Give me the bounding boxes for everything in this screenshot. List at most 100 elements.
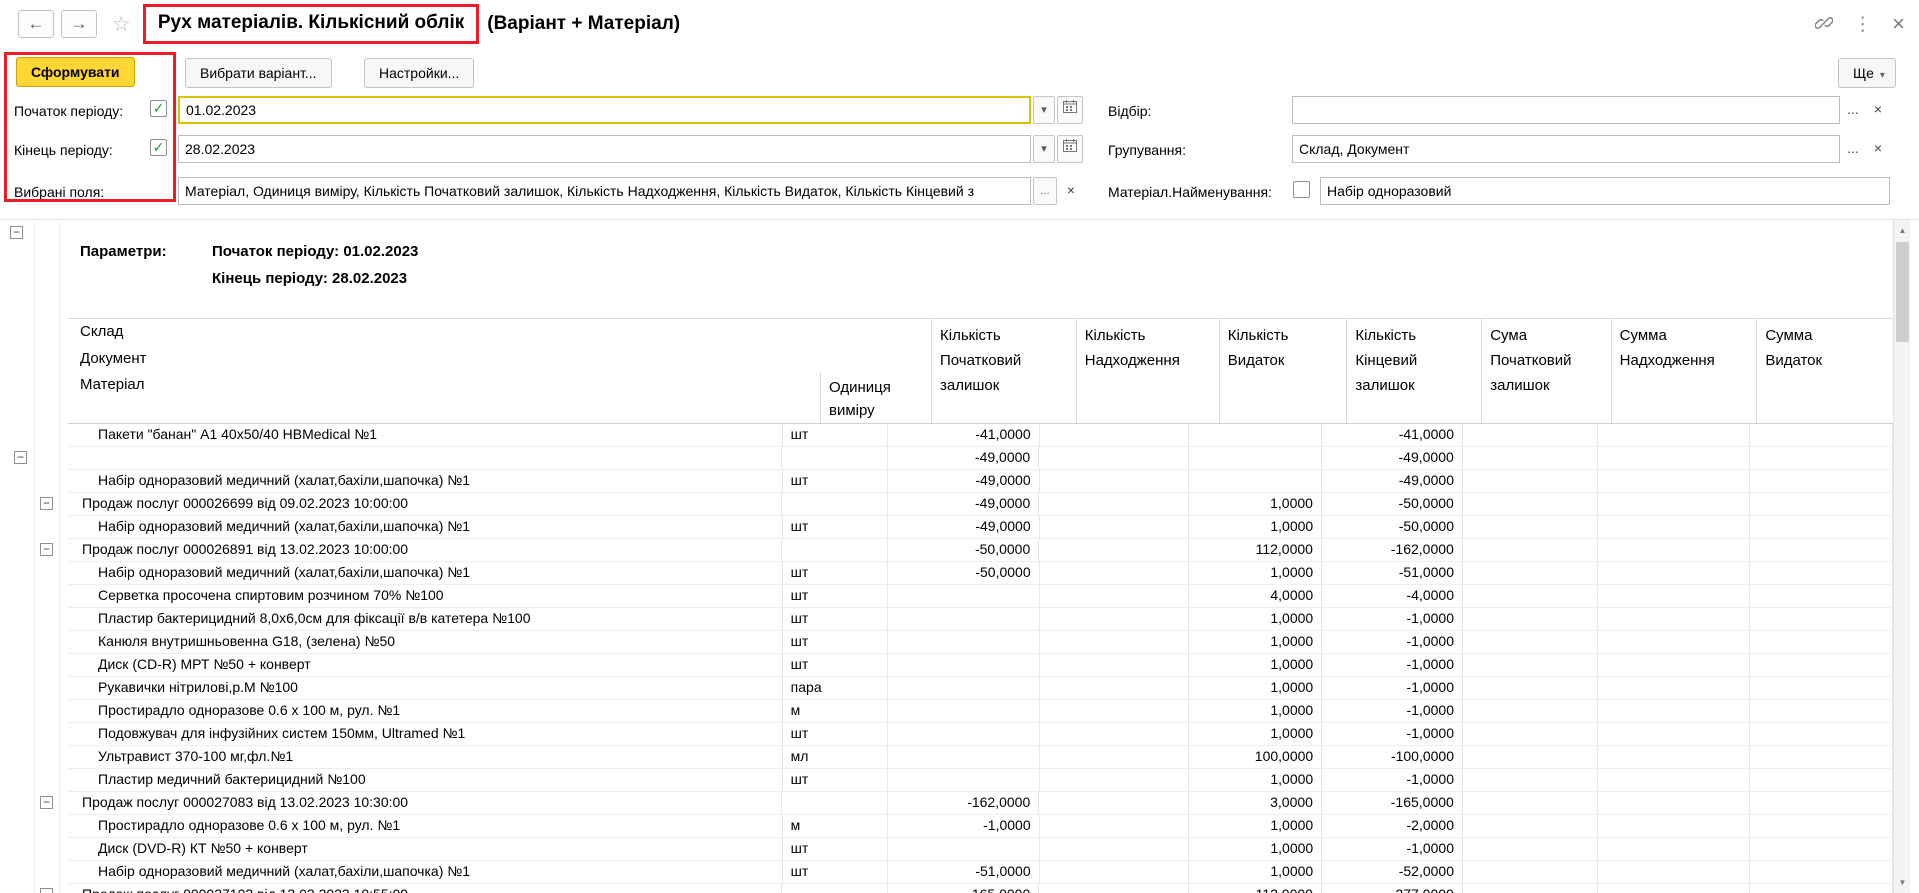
cell-qi[interactable]: [1040, 746, 1189, 768]
cell-qi[interactable]: [1040, 631, 1189, 653]
cell-qb[interactable]: [888, 585, 1039, 607]
cell-unit[interactable]: шт: [783, 861, 889, 883]
cell-qi[interactable]: [1039, 539, 1188, 561]
cell-qb[interactable]: [888, 677, 1039, 699]
cell-name[interactable]: Пластир бактерицидний 8,0х6,0см для фікс…: [68, 608, 783, 630]
cell-so[interactable]: [1750, 562, 1893, 584]
cell-qe[interactable]: -162,0000: [1322, 539, 1463, 561]
cell-qb[interactable]: -1,0000: [888, 815, 1039, 837]
cell-unit[interactable]: шт: [783, 838, 889, 860]
cell-qo[interactable]: [1189, 447, 1322, 469]
table-row[interactable]: Пластир медичний бактерицидний №100шт1,0…: [68, 769, 1893, 792]
cell-si[interactable]: [1598, 723, 1750, 745]
period-end-input[interactable]: [178, 135, 1031, 163]
cell-si[interactable]: [1598, 562, 1750, 584]
cell-si[interactable]: [1598, 585, 1750, 607]
more-button[interactable]: Ще▾: [1838, 58, 1896, 88]
cell-qe[interactable]: -1,0000: [1322, 723, 1463, 745]
cell-qi[interactable]: [1040, 861, 1189, 883]
cell-so[interactable]: [1750, 654, 1893, 676]
tree-expander-icon[interactable]: −: [40, 796, 53, 809]
table-row[interactable]: Простирадло одноразове 0.6 х 100 м, рул.…: [68, 700, 1893, 723]
cell-so[interactable]: [1750, 792, 1893, 814]
cell-qo[interactable]: 1,0000: [1189, 838, 1322, 860]
cell-qo[interactable]: 1,0000: [1189, 516, 1322, 538]
cell-qi[interactable]: [1040, 585, 1189, 607]
cell-qb[interactable]: -41,0000: [888, 424, 1039, 446]
cell-sb[interactable]: [1463, 654, 1598, 676]
cell-unit[interactable]: [782, 447, 888, 469]
cell-qe[interactable]: -165,0000: [1322, 792, 1463, 814]
cell-qe[interactable]: -2,0000: [1322, 815, 1463, 837]
table-row[interactable]: Набір одноразовий медичний (халат,бахіли…: [68, 470, 1893, 493]
settings-button[interactable]: Настройки...: [364, 58, 474, 88]
material-name-input[interactable]: [1320, 177, 1890, 205]
cell-sb[interactable]: [1463, 539, 1598, 561]
cell-name[interactable]: [68, 447, 782, 469]
cell-so[interactable]: [1750, 447, 1893, 469]
cell-qo[interactable]: [1189, 470, 1322, 492]
cell-qi[interactable]: [1040, 723, 1189, 745]
cell-qo[interactable]: 1,0000: [1189, 723, 1322, 745]
scrollbar-thumb[interactable]: [1896, 242, 1909, 342]
cell-unit[interactable]: шт: [783, 654, 889, 676]
cell-qe[interactable]: -100,0000: [1322, 746, 1463, 768]
selection-input[interactable]: [1292, 96, 1840, 124]
cell-qe[interactable]: -51,0000: [1322, 562, 1463, 584]
cell-sb[interactable]: [1463, 746, 1598, 768]
cell-qo[interactable]: 1,0000: [1189, 677, 1322, 699]
cell-unit[interactable]: шт: [783, 608, 889, 630]
cell-qo[interactable]: 1,0000: [1189, 493, 1322, 515]
cell-si[interactable]: [1598, 516, 1750, 538]
cell-unit[interactable]: м: [783, 700, 889, 722]
cell-qb[interactable]: [888, 631, 1039, 653]
cell-so[interactable]: [1750, 861, 1893, 883]
cell-so[interactable]: [1750, 539, 1893, 561]
cell-name[interactable]: Набір одноразовий медичний (халат,бахіли…: [68, 516, 783, 538]
cell-qo[interactable]: 100,0000: [1189, 746, 1322, 768]
tree-expander-icon[interactable]: −: [40, 543, 53, 556]
cell-si[interactable]: [1598, 654, 1750, 676]
cell-qe[interactable]: -1,0000: [1322, 654, 1463, 676]
period-start-calendar-button[interactable]: [1057, 96, 1083, 124]
tree-expander-icon[interactable]: −: [40, 497, 53, 510]
cell-si[interactable]: [1598, 746, 1750, 768]
table-row[interactable]: Канюля внутришньовенна G18, (зелена) №50…: [68, 631, 1893, 654]
cell-so[interactable]: [1750, 608, 1893, 630]
period-start-input[interactable]: [178, 96, 1031, 124]
cell-name[interactable]: Продаж послуг 000027083 від 13.02.2023 1…: [68, 792, 782, 814]
cell-qo[interactable]: 1,0000: [1189, 700, 1322, 722]
cell-so[interactable]: [1750, 769, 1893, 791]
table-row[interactable]: Ультравист 370-100 мг,фл.№1мл100,0000-10…: [68, 746, 1893, 769]
cell-name[interactable]: Набір одноразовий медичний (халат,бахіли…: [68, 470, 783, 492]
table-row[interactable]: Рукавички нітрилові,р.M №100пара1,0000-1…: [68, 677, 1893, 700]
cell-unit[interactable]: [782, 884, 888, 893]
cell-qe[interactable]: -49,0000: [1322, 470, 1463, 492]
close-icon[interactable]: ×: [1892, 14, 1905, 34]
cell-so[interactable]: [1750, 723, 1893, 745]
cell-unit[interactable]: шт: [783, 769, 889, 791]
cell-qo[interactable]: 1,0000: [1189, 861, 1322, 883]
generate-button[interactable]: Сформувати: [16, 57, 135, 87]
cell-qe[interactable]: -1,0000: [1322, 631, 1463, 653]
cell-si[interactable]: [1598, 447, 1750, 469]
cell-sb[interactable]: [1463, 608, 1598, 630]
cell-qb[interactable]: [888, 608, 1039, 630]
cell-si[interactable]: [1598, 493, 1750, 515]
cell-name[interactable]: Продаж послуг 000026699 від 09.02.2023 1…: [68, 493, 782, 515]
grouping-ellipsis-button[interactable]: ...: [1843, 135, 1863, 163]
scroll-down-button[interactable]: ▼: [1894, 874, 1911, 891]
cell-sb[interactable]: [1463, 723, 1598, 745]
cell-qo[interactable]: 1,0000: [1189, 562, 1322, 584]
cell-name[interactable]: Диск (DVD-R) КТ №50 + конверт: [68, 838, 783, 860]
link-icon[interactable]: [1815, 14, 1833, 35]
cell-qi[interactable]: [1039, 792, 1188, 814]
cell-si[interactable]: [1598, 631, 1750, 653]
selected-fields-ellipsis-button[interactable]: ...: [1033, 177, 1057, 205]
forward-button[interactable]: →: [61, 10, 97, 38]
cell-qe[interactable]: -50,0000: [1322, 516, 1463, 538]
cell-qe[interactable]: -1,0000: [1322, 700, 1463, 722]
cell-name[interactable]: Диск (CD-R) МРТ №50 + конверт: [68, 654, 783, 676]
cell-qb[interactable]: [888, 838, 1039, 860]
cell-si[interactable]: [1598, 884, 1750, 893]
